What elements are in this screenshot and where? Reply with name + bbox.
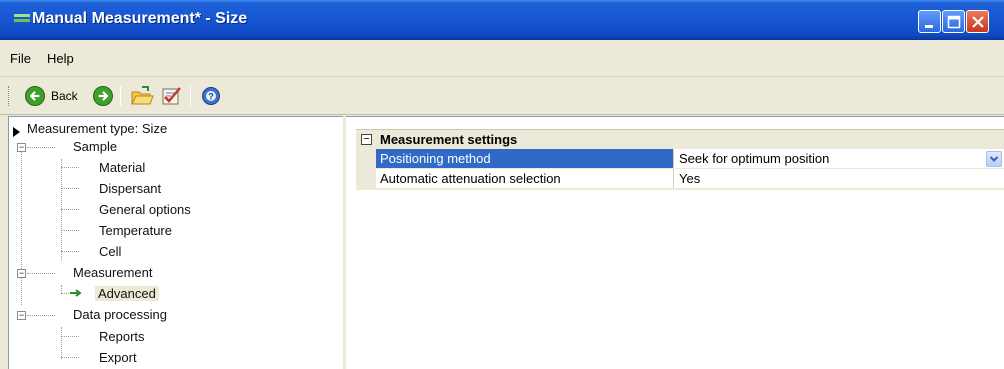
tree-connector bbox=[61, 188, 79, 189]
tree-node-cell[interactable]: Cell bbox=[99, 244, 121, 259]
toolbar-separator bbox=[120, 86, 121, 106]
minimize-icon bbox=[925, 25, 933, 28]
property-category-title: Measurement settings bbox=[380, 132, 518, 147]
tree-connector bbox=[61, 357, 79, 358]
toolbar-grip[interactable] bbox=[8, 86, 11, 106]
row-divider bbox=[356, 189, 1004, 190]
forward-arrow-icon bbox=[93, 86, 113, 106]
tree-node-advanced[interactable]: Advanced bbox=[95, 286, 159, 301]
tree-connector bbox=[27, 315, 55, 316]
property-value-dropdown[interactable]: Seek for optimum position bbox=[675, 149, 1004, 169]
menu-help[interactable]: Help bbox=[47, 51, 74, 66]
check-button[interactable] bbox=[160, 85, 184, 110]
tree-node-dispersant[interactable]: Dispersant bbox=[99, 181, 161, 196]
property-row-gutter bbox=[356, 149, 376, 169]
measurement-collapse-toggle[interactable]: − bbox=[17, 269, 26, 278]
selected-node-arrow-icon bbox=[70, 289, 82, 297]
maximize-icon bbox=[947, 15, 961, 29]
app-icon bbox=[14, 14, 30, 22]
toolbar: Back ? bbox=[0, 77, 1004, 115]
title-bar[interactable]: Manual Measurement* - Size bbox=[0, 0, 1004, 40]
maximize-button[interactable] bbox=[942, 10, 965, 33]
minimize-button[interactable] bbox=[918, 10, 941, 33]
tree-connector bbox=[61, 167, 79, 168]
close-button[interactable] bbox=[966, 10, 989, 33]
menu-file[interactable]: File bbox=[10, 51, 31, 66]
sample-collapse-toggle[interactable]: − bbox=[17, 143, 26, 152]
tree-connector bbox=[61, 230, 79, 231]
checklist-icon bbox=[162, 87, 181, 105]
window-title: Manual Measurement* - Size bbox=[32, 10, 248, 27]
tree-connector bbox=[61, 327, 62, 359]
property-name[interactable]: Automatic attenuation selection bbox=[376, 169, 674, 189]
tree-connector bbox=[27, 147, 55, 148]
property-row[interactable]: Automatic attenuation selection Yes bbox=[356, 169, 1004, 189]
tree-connector bbox=[21, 147, 22, 305]
open-folder-icon bbox=[131, 86, 154, 105]
property-name[interactable]: Positioning method bbox=[376, 149, 674, 169]
tree-connector bbox=[61, 209, 79, 210]
tree-connector bbox=[61, 336, 79, 337]
back-arrow-icon bbox=[25, 86, 45, 106]
property-value: Seek for optimum position bbox=[679, 151, 830, 166]
tree-connector bbox=[27, 273, 55, 274]
tree-node-measurement[interactable]: Measurement bbox=[73, 265, 152, 280]
data-processing-collapse-toggle[interactable]: − bbox=[17, 311, 26, 320]
property-grid: − Measurement settings Positioning metho… bbox=[346, 116, 1004, 369]
property-row[interactable]: Positioning method Seek for optimum posi… bbox=[356, 149, 1004, 169]
svg-text:?: ? bbox=[208, 92, 214, 102]
chevron-down-icon bbox=[989, 156, 999, 162]
tree-connector bbox=[61, 251, 79, 252]
back-label[interactable]: Back bbox=[51, 89, 78, 103]
menu-bar: File Help bbox=[0, 41, 1004, 77]
dropdown-button[interactable] bbox=[986, 151, 1002, 167]
property-category-header[interactable]: − Measurement settings bbox=[356, 129, 1004, 149]
forward-button[interactable] bbox=[92, 85, 114, 110]
tree-connector bbox=[61, 285, 62, 293]
close-icon bbox=[972, 16, 984, 28]
tree-connector bbox=[61, 293, 69, 294]
tree-node-data-processing[interactable]: Data processing bbox=[73, 307, 167, 322]
help-button[interactable]: ? bbox=[200, 85, 222, 110]
open-button[interactable] bbox=[130, 85, 154, 110]
category-collapse-icon[interactable]: − bbox=[361, 134, 372, 145]
tree-node-material[interactable]: Material bbox=[99, 160, 145, 175]
tree-node-temperature[interactable]: Temperature bbox=[99, 223, 172, 238]
help-icon: ? bbox=[202, 87, 220, 105]
navigation-tree: Measurement type: Size − Sample Material… bbox=[8, 116, 343, 369]
property-value[interactable]: Yes bbox=[675, 169, 1004, 189]
toolbar-separator bbox=[190, 86, 191, 106]
property-row-gutter bbox=[356, 169, 376, 189]
tree-connector bbox=[61, 159, 62, 261]
tree-root-label: Measurement type: Size bbox=[27, 121, 168, 136]
back-button[interactable] bbox=[24, 85, 46, 110]
current-node-arrow-icon bbox=[13, 127, 20, 137]
tree-node-export[interactable]: Export bbox=[99, 350, 137, 365]
application-window: Manual Measurement* - Size File Help Bac… bbox=[0, 0, 1004, 369]
tree-node-reports[interactable]: Reports bbox=[99, 329, 145, 344]
tree-node-sample[interactable]: Sample bbox=[73, 139, 117, 154]
tree-node-general-options[interactable]: General options bbox=[99, 202, 191, 217]
